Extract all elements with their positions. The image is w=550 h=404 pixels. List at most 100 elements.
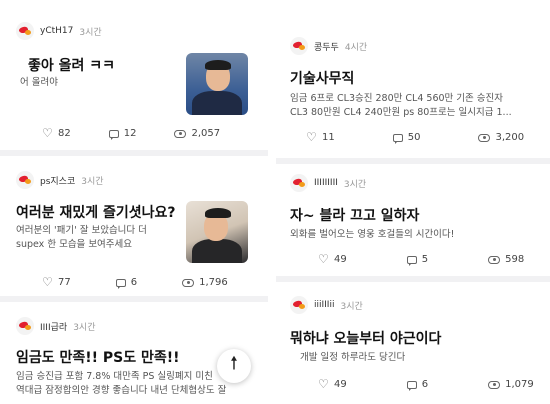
company-logo-icon xyxy=(290,296,308,314)
post-preview: 외화를 벌어오는 영웅 호걸들의 시간이다! xyxy=(290,228,546,242)
comment-icon xyxy=(392,133,403,144)
post-preview-line: 임금 6프로 CL3승진 280만 CL4 560만 기존 승진자 xyxy=(290,93,504,104)
post-author[interactable]: ps지스코 3시간 xyxy=(16,171,104,189)
post-time: 3시간 xyxy=(340,301,363,312)
comment-count[interactable]: 12 xyxy=(108,128,137,140)
arrow-up-icon: 🠕 xyxy=(230,353,238,374)
like-count[interactable]: 77 xyxy=(42,275,71,289)
like-number: 49 xyxy=(334,379,347,390)
post-author[interactable]: IIIIIIIII 3시간 xyxy=(290,174,366,192)
post-time: 4시간 xyxy=(344,42,368,53)
scroll-to-top-button[interactable]: 🠕 xyxy=(217,349,251,383)
author-name: yCtH17 xyxy=(40,26,74,36)
post-time: 3시간 xyxy=(73,322,96,333)
view-number: 2,057 xyxy=(191,128,221,139)
heart-icon xyxy=(306,130,317,144)
comment-number: 12 xyxy=(123,128,137,139)
post-stats: 49 6 1,079 xyxy=(318,377,534,391)
company-logo-icon xyxy=(16,22,34,40)
post-title: 자~ 블라 끄고 일하자 xyxy=(290,208,420,224)
post-title: 여러분 재밌게 즐기셧나요? xyxy=(16,205,176,221)
post-author[interactable]: IIII급라 3시간 xyxy=(16,317,95,335)
comment-count[interactable]: 6 xyxy=(406,379,429,391)
comment-number: 6 xyxy=(421,379,429,390)
comment-number: 6 xyxy=(130,277,138,288)
post-preview-line: supex 한 모습을 보여주세요 xyxy=(16,239,133,250)
comment-count[interactable]: 5 xyxy=(406,254,429,266)
author-name: 콩두두 xyxy=(314,42,339,53)
comment-icon xyxy=(406,255,417,266)
company-logo-icon xyxy=(16,317,34,335)
company-logo-icon xyxy=(290,37,308,55)
post-preview: 개발 일정 하루라도 당긴다 xyxy=(300,351,546,365)
like-number: 11 xyxy=(322,132,335,143)
post-preview-line: 어 올려야 xyxy=(20,77,58,88)
company-logo-icon xyxy=(290,174,308,192)
column-gap xyxy=(268,0,276,404)
post-title: 기술사무직 xyxy=(290,71,355,87)
company-logo-icon xyxy=(16,171,34,189)
author-name: IIIIIIIII xyxy=(314,178,338,188)
post-preview: 여러분의 '패기' 잘 보았습니다 더 supex 한 모습을 보여주세요 xyxy=(16,224,176,252)
comment-number: 50 xyxy=(407,132,421,143)
post-preview-line: 역대급 잠정합의안 경향 좋습니다 내년 단체협상도 잘 xyxy=(16,385,227,396)
post-thumbnail[interactable] xyxy=(186,201,248,263)
comment-icon xyxy=(115,278,126,289)
post-author[interactable]: iiiIIIii 3시간 xyxy=(290,296,363,314)
view-count: 1,796 xyxy=(182,277,228,288)
right-feed: 콩두두 4시간 기술사무직 임금 6프로 CL3승진 280만 CL4 560만… xyxy=(276,0,550,404)
like-number: 77 xyxy=(58,277,71,288)
post-preview: 어 올려야 xyxy=(20,76,170,90)
post-preview-line: CL3 80만원 CL4 240만원 ps 80프로는 일시지급 1... xyxy=(290,107,512,118)
like-number: 49 xyxy=(334,254,347,265)
like-count[interactable]: 82 xyxy=(42,126,71,140)
post-stats: 11 50 3,200 xyxy=(306,130,525,144)
eye-icon xyxy=(488,380,501,389)
author-name: iiiIIIii xyxy=(314,300,335,310)
post-card[interactable]: IIIIIIIII 3시간 자~ 블라 끄고 일하자 외화를 벌어오는 영웅 호… xyxy=(276,164,550,276)
post-stats: 49 5 598 xyxy=(318,252,524,266)
post-title: 좋아 올려 ㅋㅋ xyxy=(28,58,116,74)
view-number: 598 xyxy=(505,254,525,265)
view-number: 3,200 xyxy=(495,132,525,143)
post-time: 3시간 xyxy=(79,27,102,38)
comment-count[interactable]: 6 xyxy=(115,277,138,289)
heart-icon xyxy=(42,126,53,140)
eye-icon xyxy=(174,129,187,138)
like-count[interactable]: 49 xyxy=(318,377,347,391)
post-card[interactable]: 콩두두 4시간 기술사무직 임금 6프로 CL3승진 280만 CL4 560만… xyxy=(276,0,550,158)
heart-icon xyxy=(318,252,329,266)
post-title: 임금도 만족!! PS도 만족!! xyxy=(16,350,180,366)
like-count[interactable]: 11 xyxy=(306,130,335,144)
view-number: 1,796 xyxy=(199,277,228,288)
post-card[interactable]: ps지스코 3시간 여러분 재밌게 즐기셧나요? 여러분의 '패기' 잘 보았습… xyxy=(0,156,268,296)
comment-icon xyxy=(406,380,417,391)
person-hair xyxy=(205,208,231,218)
heart-icon xyxy=(42,275,53,289)
post-stats: 77 6 1,796 xyxy=(42,275,228,289)
post-time: 3시간 xyxy=(81,176,104,187)
view-count: 598 xyxy=(488,254,524,265)
view-number: 1,079 xyxy=(505,379,534,390)
comment-icon xyxy=(108,129,119,140)
post-preview-line: 여러분의 '패기' 잘 보았습니다 더 xyxy=(16,225,147,236)
heart-icon xyxy=(318,377,329,391)
person-suit xyxy=(192,91,242,115)
post-author[interactable]: yCtH17 3시간 xyxy=(16,22,102,40)
view-count: 1,079 xyxy=(488,379,534,390)
post-author[interactable]: 콩두두 4시간 xyxy=(290,37,367,55)
person-hair xyxy=(205,60,231,70)
post-card[interactable]: iiiIIIii 3시간 뭐하냐 오늘부터 야근이다 개발 일정 하루라도 당긴… xyxy=(276,282,550,404)
post-thumbnail[interactable] xyxy=(186,53,248,115)
eye-icon xyxy=(488,255,501,264)
view-count: 2,057 xyxy=(174,128,220,139)
comment-number: 5 xyxy=(421,254,429,265)
comment-count[interactable]: 50 xyxy=(392,132,421,144)
eye-icon xyxy=(182,278,195,287)
author-name: IIII급라 xyxy=(40,322,68,333)
post-title: 뭐하냐 오늘부터 야근이다 xyxy=(290,331,442,347)
like-count[interactable]: 49 xyxy=(318,252,347,266)
post-preview-line: 개발 일정 하루라도 당긴다 xyxy=(300,352,406,363)
post-stats: 82 12 2,057 xyxy=(42,126,220,140)
post-card[interactable]: yCtH17 3시간 좋아 올려 ㅋㅋ 어 올려야 82 12 2,057 xyxy=(0,0,268,150)
